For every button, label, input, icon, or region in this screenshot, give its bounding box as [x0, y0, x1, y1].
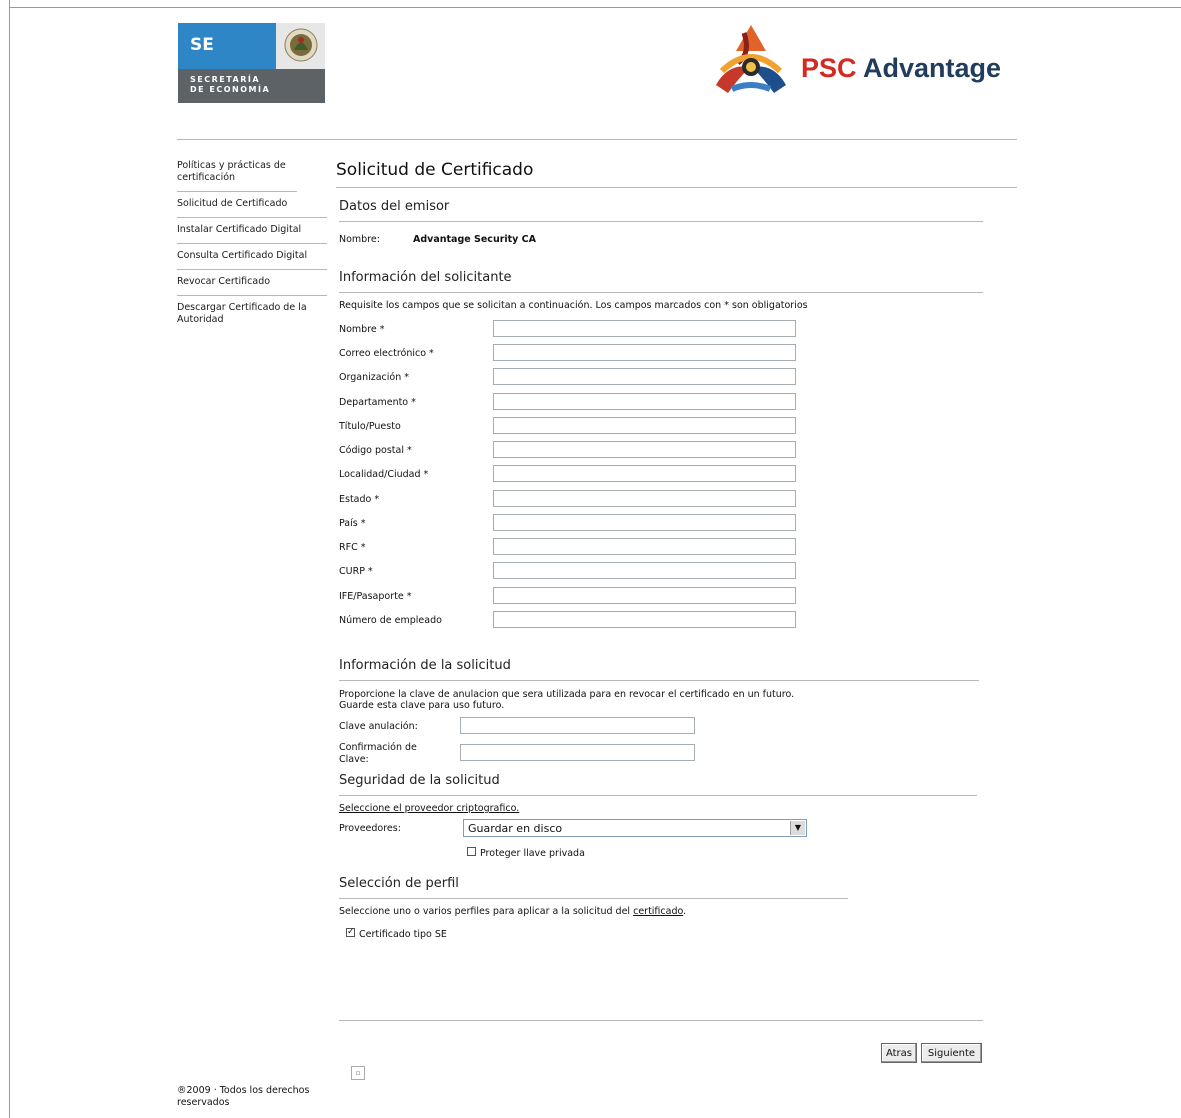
- field-input-departamento[interactable]: [493, 393, 796, 410]
- perfil-heading: Selección de perfil: [339, 876, 459, 891]
- solicitud-instructions-1: Proporcione la clave de anulacion que se…: [339, 689, 795, 700]
- back-button[interactable]: Atras: [881, 1043, 917, 1063]
- field-label-localidad: Localidad/Ciudad *: [339, 469, 429, 480]
- field-input-organizacion[interactable]: [493, 368, 796, 385]
- perfil-divider: [339, 898, 848, 899]
- field-input-correo[interactable]: [493, 344, 796, 361]
- sidebar-item-consulta[interactable]: Consulta Certificado Digital: [177, 244, 327, 270]
- sidebar-item-instalar[interactable]: Instalar Certificado Digital: [177, 218, 327, 244]
- footer-copyright: ®2009 · Todos los derechos reservados: [177, 1085, 310, 1108]
- seguridad-heading: Seguridad de la solicitud: [339, 773, 500, 788]
- field-input-pais[interactable]: [493, 514, 796, 531]
- protect-key-label: Proteger llave privada: [480, 848, 585, 859]
- page-title: Solicitud de Certificado: [336, 160, 534, 180]
- field-input-titulo[interactable]: [493, 417, 796, 434]
- sidebar-item-solicitud[interactable]: Solicitud de Certificado: [177, 192, 327, 218]
- field-label-empleado: Número de empleado: [339, 615, 442, 626]
- se-logo-line1: SECRETARÍA: [190, 75, 261, 84]
- field-input-rfc[interactable]: [493, 538, 796, 555]
- psc-wordmark-advantage: Advantage: [863, 53, 1002, 83]
- se-logo: SE SECRETARÍA DE ECONOMÍA: [178, 23, 325, 103]
- se-logo-abbr: SE: [190, 35, 214, 55]
- protect-key-checkbox[interactable]: [467, 847, 476, 856]
- field-label-organizacion: Organización *: [339, 372, 410, 383]
- field-label-estado: Estado *: [339, 494, 380, 505]
- field-label-departamento: Departamento *: [339, 397, 416, 408]
- confirm-label-1: Confirmación de: [339, 742, 417, 753]
- psc-advantage-logo: PSC Advantage: [708, 23, 1008, 99]
- field-input-estado[interactable]: [493, 490, 796, 507]
- solicitante-divider: [339, 292, 983, 293]
- emisor-heading: Datos del emisor: [339, 199, 450, 214]
- field-input-curp[interactable]: [493, 562, 796, 579]
- next-button[interactable]: Siguiente: [921, 1043, 982, 1063]
- psc-wordmark: PSC Advantage: [801, 53, 1001, 84]
- perfil-instructions-text: Seleccione uno o varios perfiles para ap…: [339, 906, 634, 917]
- window-top-border: [0, 0, 1181, 8]
- chevron-down-icon[interactable]: ▼: [790, 821, 805, 835]
- field-label-titulo: Título/Puesto: [339, 421, 401, 432]
- field-label-pais: País *: [339, 518, 366, 529]
- psc-wordmark-psc: PSC: [801, 53, 857, 83]
- field-label-ife: IFE/Pasaporte *: [339, 591, 412, 602]
- field-label-curp: CURP *: [339, 566, 373, 577]
- confirm-label-2: Clave:: [339, 754, 369, 765]
- field-input-localidad[interactable]: [493, 465, 796, 482]
- clave-input[interactable]: [460, 717, 695, 734]
- solicitante-instructions: Requisite los campos que se solicitan a …: [339, 300, 808, 311]
- sidebar-item-descargar[interactable]: Descargar Certificado de la Autoridad: [177, 296, 307, 333]
- sidebar-item-politicas[interactable]: Políticas y prácticas de certificación: [177, 157, 297, 192]
- certificado-link[interactable]: certificado: [633, 906, 683, 917]
- se-logo-blue: SE: [178, 23, 276, 69]
- seguridad-divider: [339, 795, 977, 796]
- perfil-instructions: Seleccione uno o varios perfiles para ap…: [339, 906, 686, 917]
- sidebar-nav: Políticas y prácticas de certificación S…: [177, 157, 327, 333]
- providers-select[interactable]: Guardar en disco ▼: [463, 819, 807, 837]
- header-divider: [177, 139, 1017, 140]
- bottom-divider: [339, 1020, 983, 1021]
- emisor-divider: [339, 221, 983, 222]
- field-input-empleado[interactable]: [493, 611, 796, 628]
- providers-selected-value: Guardar en disco: [468, 822, 563, 835]
- solicitante-heading: Información del solicitante: [339, 270, 512, 285]
- solicitud-divider: [339, 680, 979, 681]
- se-logo-text: SECRETARÍA DE ECONOMÍA: [178, 69, 325, 103]
- profile-se-checkbox[interactable]: ✓: [346, 928, 355, 937]
- field-input-codigo-postal[interactable]: [493, 441, 796, 458]
- sidebar-item-revocar[interactable]: Revocar Certificado: [177, 270, 327, 296]
- mexico-coat-of-arms-icon: [276, 23, 325, 69]
- psc-emblem-icon: [716, 25, 786, 93]
- confirm-clave-input[interactable]: [460, 744, 695, 761]
- solicitud-heading: Información de la solicitud: [339, 658, 511, 673]
- clave-label: Clave anulación:: [339, 721, 418, 732]
- emisor-name-value: Advantage Security CA: [413, 234, 537, 245]
- field-label-correo: Correo electrónico *: [339, 348, 434, 359]
- field-label-nombre: Nombre *: [339, 324, 385, 335]
- providers-label: Proveedores:: [339, 823, 401, 834]
- profile-se-label: Certificado tipo SE: [359, 929, 447, 940]
- title-divider: [336, 187, 1017, 188]
- emisor-name-label: Nombre:: [339, 234, 380, 245]
- crypto-provider-link[interactable]: Seleccione el proveedor criptografico.: [339, 803, 519, 814]
- broken-image-icon: ▫: [351, 1066, 365, 1080]
- field-input-nombre[interactable]: [493, 320, 796, 337]
- se-logo-line2: DE ECONOMÍA: [190, 85, 271, 94]
- field-label-codigo-postal: Código postal *: [339, 445, 412, 456]
- field-input-ife[interactable]: [493, 587, 796, 604]
- window-left-border: [0, 0, 10, 1118]
- field-label-rfc: RFC *: [339, 542, 366, 553]
- perfil-instructions-period: .: [683, 906, 687, 917]
- solicitud-instructions-2: Guarde esta clave para uso futuro.: [339, 700, 505, 711]
